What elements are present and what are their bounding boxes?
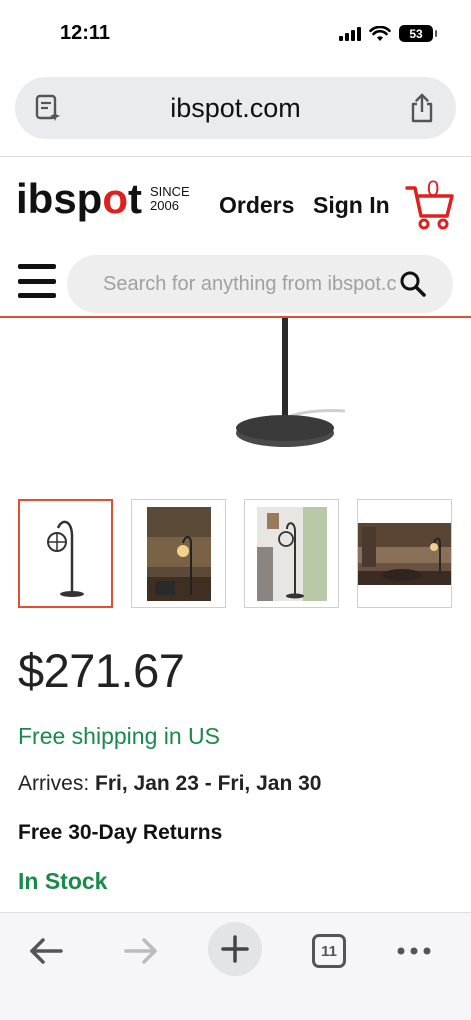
product-main-image[interactable] bbox=[0, 318, 471, 478]
cart-button[interactable]: 0 bbox=[405, 176, 455, 230]
thumbnail-3[interactable] bbox=[244, 499, 339, 608]
arrives-value: Fri, Jan 23 - Fri, Jan 30 bbox=[95, 772, 322, 795]
menu-icon[interactable] bbox=[18, 264, 56, 298]
back-button[interactable] bbox=[18, 923, 74, 979]
search-input[interactable] bbox=[103, 255, 403, 313]
status-bar: 12:11 53 bbox=[0, 0, 471, 68]
url-text[interactable]: ibspot.com bbox=[15, 93, 456, 124]
orders-link[interactable]: Orders bbox=[219, 192, 294, 219]
ibspot-logo[interactable]: ibspot SINCE 2006 bbox=[16, 178, 190, 220]
stock-status: In Stock bbox=[18, 868, 108, 894]
thumbnail-2[interactable] bbox=[131, 499, 226, 608]
search-icon[interactable] bbox=[399, 270, 427, 298]
search-box[interactable] bbox=[67, 255, 453, 313]
thumbnail-4[interactable] bbox=[357, 499, 452, 608]
thumbnail-1[interactable] bbox=[18, 499, 113, 608]
status-icons: 53 bbox=[339, 25, 437, 42]
arrives-label: Arrives: bbox=[18, 772, 90, 795]
status-time: 12:11 bbox=[60, 22, 111, 44]
tabs-button[interactable]: 11 bbox=[301, 923, 357, 979]
delivery-estimate: Arrives: Fri, Jan 23 - Fri, Jan 30 bbox=[18, 772, 321, 796]
more-button[interactable] bbox=[386, 923, 442, 979]
lamp-thumbnail-image bbox=[46, 520, 84, 597]
product-price: $271.67 bbox=[18, 644, 185, 697]
cellular-signal-icon bbox=[339, 26, 361, 41]
address-bar[interactable]: ibspot.com bbox=[15, 77, 456, 139]
cart-count: 0 bbox=[427, 176, 440, 201]
lamp-living-room-image bbox=[358, 522, 451, 585]
new-tab-plus-icon bbox=[221, 935, 249, 963]
lamp-window-image bbox=[256, 506, 327, 601]
share-icon[interactable] bbox=[408, 92, 436, 124]
forward-button[interactable] bbox=[113, 923, 169, 979]
logo-wordmark: ibspot bbox=[16, 175, 142, 222]
thumbnail-strip bbox=[18, 499, 452, 608]
shipping-info: Free shipping in US bbox=[18, 723, 220, 749]
tabs-icon: 11 bbox=[312, 934, 346, 968]
more-icon bbox=[397, 947, 431, 955]
logo-since: SINCE 2006 bbox=[150, 184, 190, 213]
browser-toolbar: 11 bbox=[0, 912, 471, 1020]
returns-info: Free 30-Day Returns bbox=[18, 821, 223, 844]
forward-arrow-icon bbox=[124, 938, 157, 964]
back-arrow-icon bbox=[30, 938, 63, 964]
divider bbox=[0, 156, 471, 157]
new-tab-button[interactable] bbox=[208, 922, 262, 976]
battery-icon: 53 bbox=[399, 25, 437, 42]
lamp-dark-room-image bbox=[146, 506, 211, 601]
sign-in-link[interactable]: Sign In bbox=[313, 192, 390, 219]
wifi-icon bbox=[369, 25, 391, 41]
